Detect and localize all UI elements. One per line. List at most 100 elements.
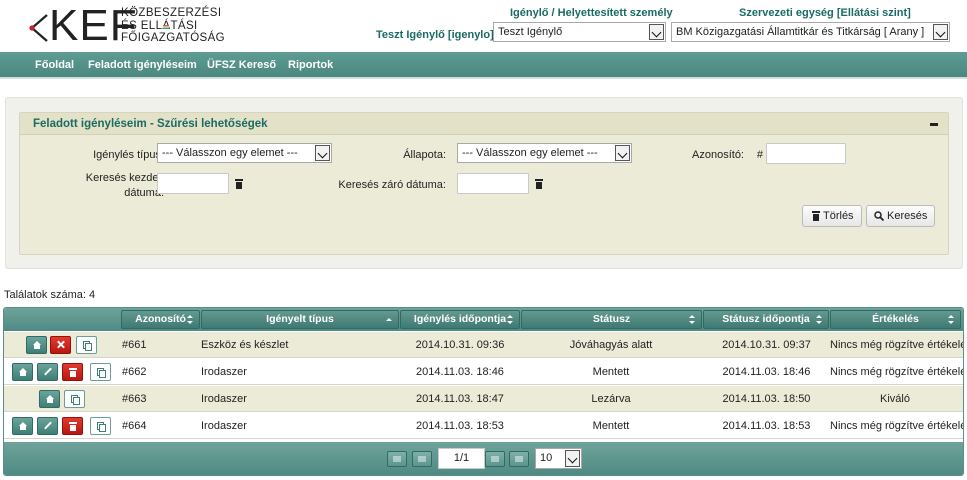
logo-line-1: KÖZBESZERZÉSI xyxy=(121,7,222,19)
table-row[interactable]: #663 Irodaszer 2014.11.03. 18:47 Lezárva… xyxy=(4,386,963,412)
hungarian-flag-icon xyxy=(163,25,169,29)
cell-status: Jóváhagyás alatt xyxy=(569,339,653,351)
copy-button[interactable] xyxy=(64,390,85,408)
trash-icon[interactable] xyxy=(535,179,543,189)
page-size-select[interactable]: 10 xyxy=(535,448,582,469)
cell-status-date: 2014.11.03. 18:46 xyxy=(722,366,811,378)
column-header-type[interactable]: Igényelt típus xyxy=(201,310,399,329)
state-label: Állapota: xyxy=(403,149,446,161)
cell-evaluation: Kiváló xyxy=(880,393,910,405)
chevron-down-icon xyxy=(933,24,948,40)
prev-page-icon[interactable] xyxy=(412,451,432,467)
page-number-field[interactable]: 1/1 xyxy=(438,448,485,469)
search-button-label: Keresés xyxy=(887,210,928,222)
requester-select-value: Teszt Igénylő xyxy=(498,26,563,38)
table-row[interactable]: #661 Eszköz és készlet 2014.10.31. 09:36… xyxy=(4,332,963,358)
home-icon xyxy=(19,368,27,376)
copy-button[interactable] xyxy=(90,363,111,381)
cell-status: Lezárva xyxy=(591,393,631,405)
search-icon xyxy=(874,211,884,221)
view-button[interactable] xyxy=(26,336,47,354)
nav-item-ufsz-search[interactable]: ÜFSZ Kereső xyxy=(207,59,276,71)
sort-asc-icon xyxy=(386,315,392,324)
cell-request-date: 2014.11.03. 18:46 xyxy=(416,366,504,378)
close-icon xyxy=(57,341,64,348)
state-select-value: --- Válasszon egy elemet --- xyxy=(462,147,598,159)
sort-icon xyxy=(816,315,822,324)
results-count-label: Találatok száma: xyxy=(4,289,86,301)
collapse-icon[interactable] xyxy=(928,117,940,129)
nav-item-reports[interactable]: Riportok xyxy=(288,59,333,71)
edit-button[interactable] xyxy=(37,417,58,435)
table-row[interactable]: #662 Irodaszer 2014.11.03. 18:46 Mentett… xyxy=(4,359,963,385)
copy-icon xyxy=(83,341,92,351)
hash-prefix: # xyxy=(756,149,763,161)
column-header-status-date[interactable]: Státusz időpontja xyxy=(703,310,829,329)
pencil-icon xyxy=(44,368,51,375)
chevron-down-icon xyxy=(615,145,630,161)
delete-button[interactable] xyxy=(62,363,83,381)
requester-label: Igénylő / Helyettesített személy xyxy=(510,7,673,19)
requester-select[interactable]: Teszt Igénylő xyxy=(493,22,666,42)
view-button[interactable] xyxy=(12,363,33,381)
cell-request-date: 2014.10.31. 09:36 xyxy=(415,339,505,351)
start-date-input[interactable] xyxy=(157,173,229,194)
id-input[interactable] xyxy=(766,143,846,164)
filter-panel-header: Feladott igényléseim - Szűrési lehetőség… xyxy=(20,113,948,135)
request-type-select[interactable]: --- Válasszon egy elemet --- xyxy=(157,143,332,163)
cell-id: #663 xyxy=(122,393,147,405)
column-header-label: Státusz xyxy=(592,313,631,325)
edit-button[interactable] xyxy=(37,363,58,381)
clear-button[interactable]: Törlés xyxy=(802,205,862,227)
pencil-icon xyxy=(44,422,51,429)
nav-item-my-requests[interactable]: Feladott igényléseim xyxy=(88,59,197,71)
home-icon xyxy=(33,341,41,349)
kef-logo: KEF KÖZBESZERZÉSI ÉS ELLÁTÁSI FŐIGAZGATÓ… xyxy=(27,2,247,50)
start-date-label: Keresés kezdeti dátuma: xyxy=(50,171,164,201)
chevron-down-icon xyxy=(315,145,330,161)
view-button[interactable] xyxy=(12,417,33,435)
copy-icon xyxy=(97,368,106,378)
nav-item-home[interactable]: Főoldal xyxy=(35,59,74,71)
column-header-request-date[interactable]: Igénylés időpontja xyxy=(400,310,520,329)
cell-status: Mentett xyxy=(592,366,630,378)
column-header-label: Értékelés xyxy=(872,313,919,325)
kef-logo-icon xyxy=(29,14,48,42)
table-row[interactable]: #664 Irodaszer 2014.11.03. 18:53 Mentett… xyxy=(4,413,963,439)
first-page-icon[interactable] xyxy=(387,451,407,467)
sort-icon xyxy=(507,315,513,324)
unit-select-value: BM Közigazgatási Államtitkár és Titkársá… xyxy=(676,26,925,38)
table-header: Azonosító Igényelt típus Igénylés időpon… xyxy=(4,308,963,331)
request-type-label: Igénylés típus: xyxy=(93,149,164,161)
last-page-icon[interactable] xyxy=(509,451,529,467)
current-user-label: Teszt Igénylő [igenylo] xyxy=(376,29,494,41)
start-date-label-line-1: Keresés kezdeti xyxy=(85,172,164,184)
column-header-label: Státusz időpontja xyxy=(722,313,810,325)
cell-status-date: 2014.10.31. 09:37 xyxy=(722,339,811,351)
search-button[interactable]: Keresés xyxy=(866,205,935,227)
copy-button[interactable] xyxy=(76,336,97,354)
chevron-down-icon xyxy=(565,450,580,467)
end-date-input[interactable] xyxy=(457,173,529,194)
column-header-status[interactable]: Státusz xyxy=(521,310,702,329)
column-header-evaluation[interactable]: Értékelés xyxy=(830,310,961,329)
reject-button[interactable] xyxy=(50,336,71,354)
cell-id: #664 xyxy=(122,420,147,432)
logo-line-3: FŐIGAZGATÓSÁG xyxy=(121,32,226,44)
filter-panel-outer: Feladott igényléseim - Szűrési lehetőség… xyxy=(5,97,963,269)
cell-status: Mentett xyxy=(592,420,630,432)
header: KEF KÖZBESZERZÉSI ÉS ELLÁTÁSI FŐIGAZGATÓ… xyxy=(0,0,967,52)
view-button[interactable] xyxy=(39,390,60,408)
sort-icon xyxy=(689,315,695,324)
cell-status-date: 2014.11.03. 18:53 xyxy=(722,420,811,432)
next-page-icon[interactable] xyxy=(485,451,505,467)
state-select[interactable]: --- Válasszon egy elemet --- xyxy=(457,143,632,163)
trash-icon[interactable] xyxy=(235,179,243,189)
copy-button[interactable] xyxy=(90,417,111,435)
kef-logo-text: KÖZBESZERZÉSI ÉS ELLÁTÁSI FŐIGAZGATÓSÁG xyxy=(121,7,225,45)
sort-icon xyxy=(187,315,193,324)
delete-button[interactable] xyxy=(62,417,83,435)
column-header-id[interactable]: Azonosító xyxy=(121,310,200,329)
copy-icon xyxy=(71,395,80,405)
unit-select[interactable]: BM Közigazgatási Államtitkár és Titkársá… xyxy=(671,22,950,42)
